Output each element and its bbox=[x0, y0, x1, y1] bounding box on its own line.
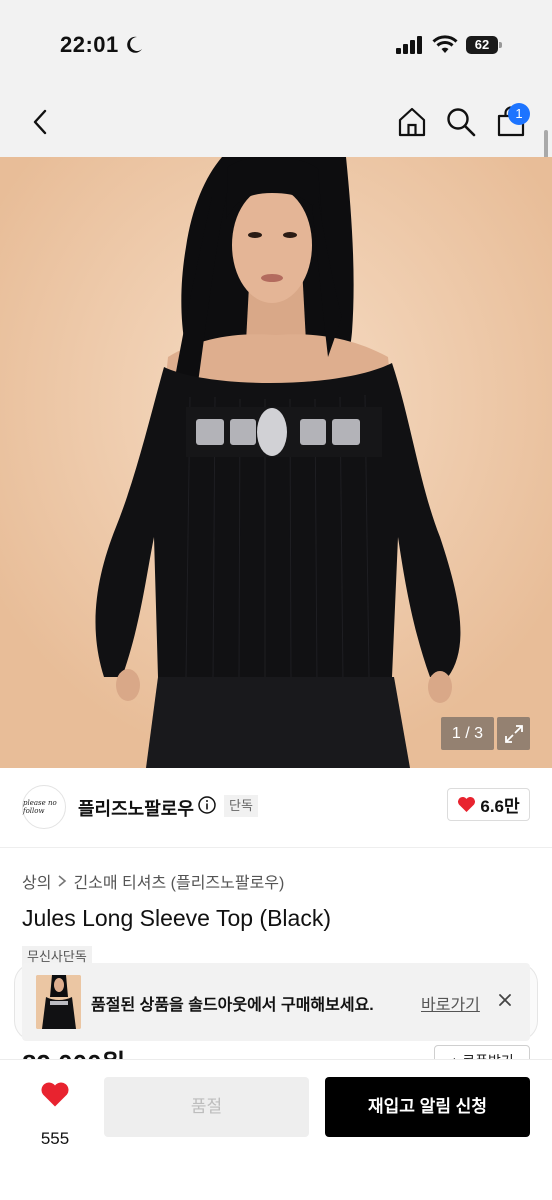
wifi-icon bbox=[432, 35, 458, 53]
expand-image-button[interactable] bbox=[497, 717, 530, 750]
soldout-toast: 품절된 상품을 솔드아웃에서 구매해보세요. 바로가기 bbox=[22, 963, 530, 1041]
bottom-action-bar: 555 품절 재입고 알림 신청 bbox=[0, 1059, 552, 1200]
home-icon bbox=[398, 107, 426, 137]
status-bar: 22:01 62 bbox=[0, 0, 552, 90]
brand-logo-text: please no follow bbox=[23, 799, 57, 815]
heart-icon bbox=[41, 1082, 69, 1107]
image-counter: 1 / 3 bbox=[441, 717, 494, 750]
search-button[interactable] bbox=[443, 104, 479, 140]
wishlist-count: 555 bbox=[40, 1129, 70, 1148]
search-icon bbox=[447, 108, 476, 137]
wishlist-button[interactable]: 555 bbox=[26, 1078, 86, 1148]
product-image[interactable] bbox=[0, 157, 552, 768]
top-nav-bar bbox=[0, 90, 552, 157]
breadcrumb-subcategory[interactable]: 긴소매 티셔츠 (플리즈노팔로우) bbox=[73, 869, 284, 893]
chevron-left-icon bbox=[33, 109, 47, 135]
breadcrumb-category[interactable]: 상의 bbox=[22, 869, 51, 893]
brand-logo[interactable]: please no follow bbox=[22, 785, 66, 829]
expand-icon bbox=[504, 724, 523, 743]
home-button[interactable] bbox=[394, 104, 430, 140]
product-photo bbox=[0, 157, 552, 768]
breadcrumb: 상의 긴소매 티셔츠 (플리즈노팔로우) bbox=[22, 869, 284, 893]
exclusive-badge: 단독 bbox=[224, 795, 258, 817]
toast-message: 품절된 상품을 솔드아웃에서 구매해보세요. bbox=[91, 997, 374, 1014]
battery-icon: 62 bbox=[466, 36, 502, 54]
close-icon[interactable] bbox=[496, 991, 514, 1009]
soldout-button: 품절 bbox=[104, 1077, 309, 1137]
toast-go-link[interactable]: 바로가기 bbox=[421, 991, 480, 1015]
restock-alert-button[interactable]: 재입고 알림 신청 bbox=[325, 1077, 530, 1137]
back-button[interactable] bbox=[22, 104, 58, 140]
battery-level: 62 bbox=[466, 36, 498, 54]
status-time: 22:01 bbox=[60, 32, 119, 57]
moon-icon bbox=[127, 36, 142, 53]
brand-like-count: 6.6만 bbox=[480, 797, 520, 816]
heart-icon bbox=[458, 796, 476, 813]
brand-like-button[interactable]: 6.6만 bbox=[447, 788, 530, 821]
toast-thumbnail bbox=[36, 975, 81, 1029]
signal-icon bbox=[396, 36, 422, 54]
chevron-right-icon bbox=[58, 875, 67, 887]
cart-count-badge: 1 bbox=[508, 103, 530, 125]
info-icon[interactable] bbox=[198, 796, 216, 814]
product-title: Jules Long Sleeve Top (Black) bbox=[22, 905, 331, 931]
brand-row: please no follow 플리즈노팔로우 단독 6.6만 bbox=[0, 768, 552, 848]
brand-name[interactable]: 플리즈노팔로우 bbox=[78, 795, 194, 821]
